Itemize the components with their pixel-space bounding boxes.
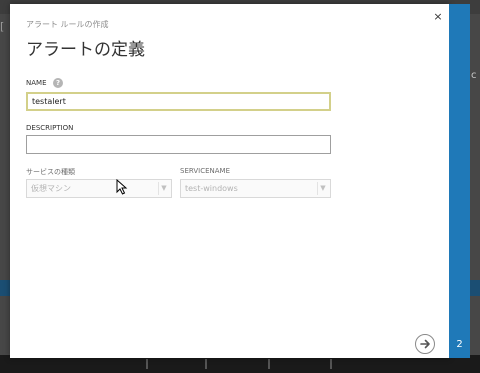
- next-button[interactable]: [415, 334, 435, 354]
- background-text-fragment-right: c: [471, 70, 477, 81]
- service-name-label: SERVICENAME: [180, 167, 230, 175]
- command-bar-divider: [146, 359, 148, 369]
- service-type-select[interactable]: 仮想マシン ▼: [26, 179, 172, 198]
- dialog-subtitle: アラート ルールの作成: [26, 20, 109, 29]
- background-text-fragment: [: [0, 20, 5, 33]
- name-input[interactable]: [26, 92, 331, 111]
- chevron-down-icon: ▼: [158, 182, 169, 195]
- service-name-value: test-windows: [185, 184, 238, 193]
- command-bar-divider: [330, 359, 332, 369]
- command-bar-divider: [268, 359, 270, 369]
- help-icon[interactable]: ?: [53, 78, 63, 88]
- service-name-select[interactable]: test-windows ▼: [180, 179, 331, 198]
- step-number: 2: [456, 339, 463, 350]
- description-input[interactable]: [26, 135, 331, 154]
- name-label: NAME: [26, 79, 47, 87]
- service-type-value: 仮想マシン: [31, 184, 71, 193]
- arrow-right-icon: [420, 339, 430, 349]
- dialog-title: アラートの定義: [26, 40, 145, 60]
- chevron-down-icon: ▼: [317, 182, 328, 195]
- description-label: DESCRIPTION: [26, 124, 74, 132]
- service-type-label: サービスの種類: [26, 168, 75, 176]
- wizard-step-panel: 2: [449, 4, 470, 358]
- create-alert-rule-dialog: アラート ルールの作成 アラートの定義 × NAME ? DESCRIPTION…: [10, 4, 449, 358]
- mouse-pointer-icon: [116, 179, 128, 195]
- command-bar-divider: [205, 359, 207, 369]
- close-icon[interactable]: ×: [431, 10, 445, 24]
